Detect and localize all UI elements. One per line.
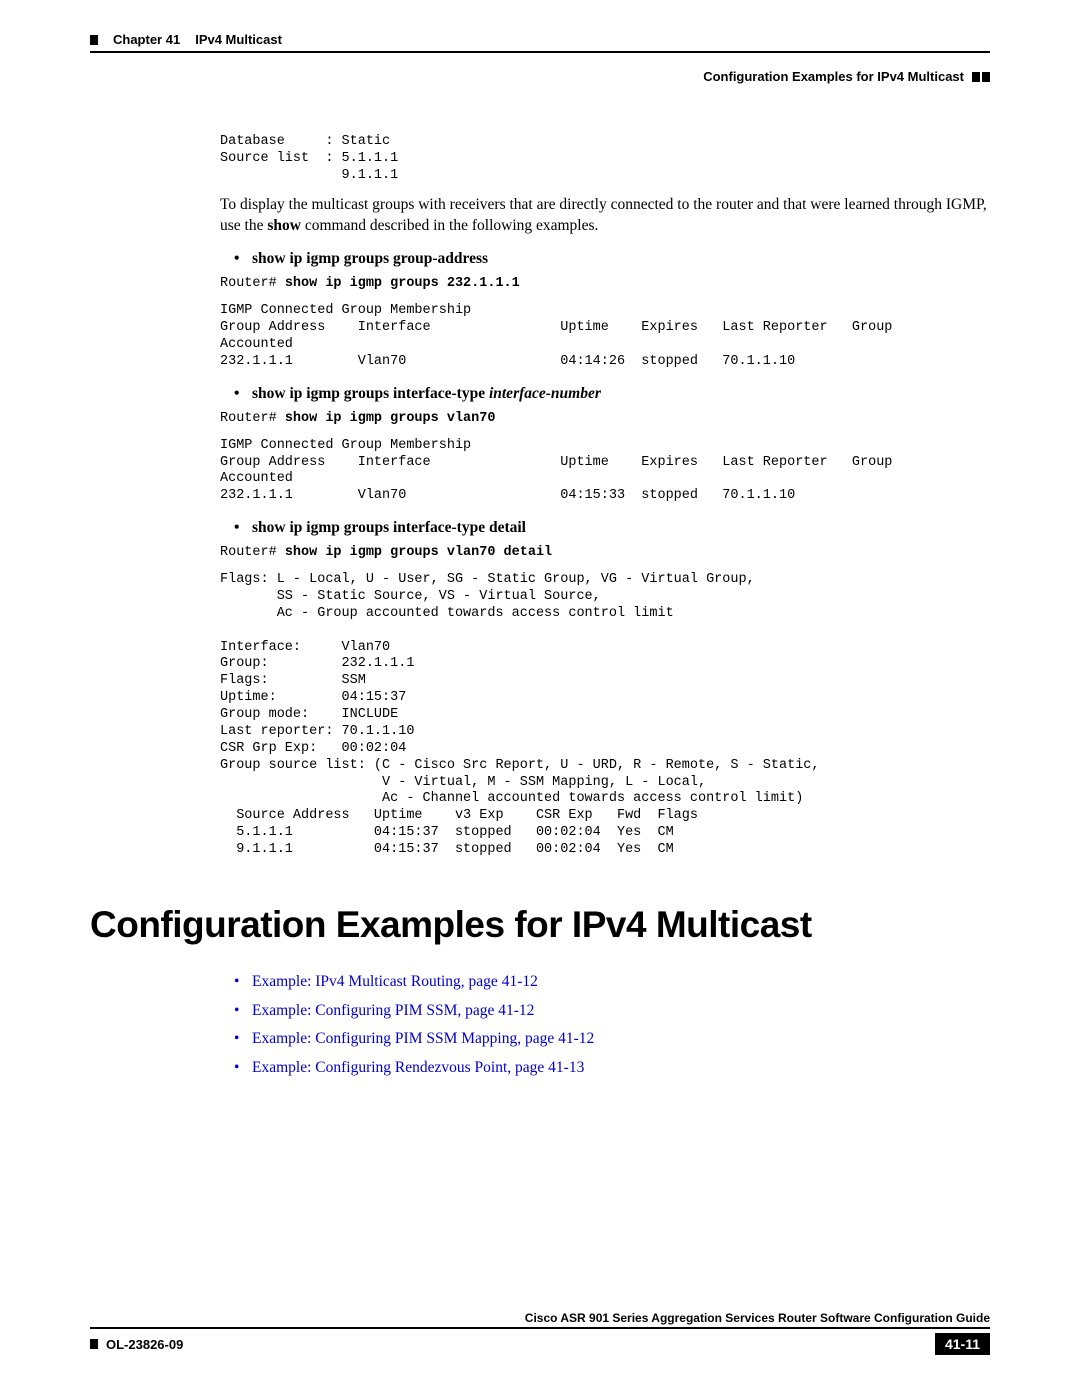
output-block-3: Flags: L - Local, U - User, SG - Static … (220, 572, 990, 859)
footer-left: OL-23826-09 (90, 1337, 183, 1352)
chapter-title: IPv4 Multicast (195, 32, 282, 47)
link-item[interactable]: Example: Configuring PIM SSM, page 41-12 (252, 997, 990, 1026)
bullet-text: show ip igmp groups interface-type detai… (252, 519, 526, 536)
command-text: show ip igmp groups vlan70 (285, 411, 496, 426)
paragraph-intro: To display the multicast groups with rec… (220, 195, 990, 237)
chapter-marker-icon (90, 35, 98, 45)
doc-id: OL-23826-09 (106, 1337, 183, 1352)
command-text: show ip igmp groups vlan70 detail (285, 545, 552, 560)
section-marker-icon (972, 72, 990, 82)
header-left: Chapter 41 IPv4 Multicast (90, 32, 282, 47)
link-item[interactable]: Example: IPv4 Multicast Routing, page 41… (252, 968, 990, 997)
link-item[interactable]: Example: Configuring PIM SSM Mapping, pa… (252, 1025, 990, 1054)
command-line-3: Router# show ip igmp groups vlan70 detai… (220, 545, 990, 562)
para-text: command described in the following examp… (301, 217, 598, 234)
code-block-database: Database : Static Source list : 5.1.1.1 … (220, 134, 990, 185)
section-breadcrumb: Configuration Examples for IPv4 Multicas… (703, 69, 964, 84)
output-block-1: IGMP Connected Group Membership Group Ad… (220, 303, 990, 371)
page: Chapter 41 IPv4 Multicast Configuration … (0, 0, 1080, 1397)
bullet-text: show ip igmp groups group-address (252, 250, 488, 267)
bullet-text: show ip igmp groups interface-type (252, 385, 485, 402)
command-line-1: Router# show ip igmp groups 232.1.1.1 (220, 276, 990, 293)
prompt: Router# (220, 411, 285, 426)
bullet-heading-3: show ip igmp groups interface-type detai… (220, 519, 990, 537)
marker-box-icon (982, 72, 990, 82)
marker-box-icon (972, 72, 980, 82)
footer-bottom: OL-23826-09 41-11 (90, 1333, 990, 1355)
link-list: Example: IPv4 Multicast Routing, page 41… (220, 968, 990, 1083)
show-keyword: show (267, 217, 301, 234)
content-area: Database : Static Source list : 5.1.1.1 … (90, 84, 990, 1083)
output-block-2: IGMP Connected Group Membership Group Ad… (220, 438, 990, 506)
prompt: Router# (220, 545, 285, 560)
bullet-italic: interface-number (485, 385, 601, 402)
page-header: Chapter 41 IPv4 Multicast (90, 32, 990, 47)
section-title: Configuration Examples for IPv4 Multicas… (90, 904, 990, 946)
page-footer: Cisco ASR 901 Series Aggregation Service… (90, 1311, 990, 1355)
prompt: Router# (220, 276, 285, 291)
command-text: show ip igmp groups 232.1.1.1 (285, 276, 520, 291)
footer-marker-icon (90, 1339, 98, 1349)
header-rule (90, 51, 990, 53)
link-item[interactable]: Example: Configuring Rendezvous Point, p… (252, 1054, 990, 1083)
page-number: 41-11 (935, 1333, 990, 1355)
chapter-label: Chapter 41 (113, 32, 180, 47)
footer-guide-title: Cisco ASR 901 Series Aggregation Service… (90, 1311, 990, 1329)
bullet-heading-2: show ip igmp groups interface-type inter… (220, 385, 990, 403)
command-line-2: Router# show ip igmp groups vlan70 (220, 411, 990, 428)
bullet-heading-1: show ip igmp groups group-address (220, 250, 990, 268)
header-right-wrap: Configuration Examples for IPv4 Multicas… (90, 69, 990, 84)
